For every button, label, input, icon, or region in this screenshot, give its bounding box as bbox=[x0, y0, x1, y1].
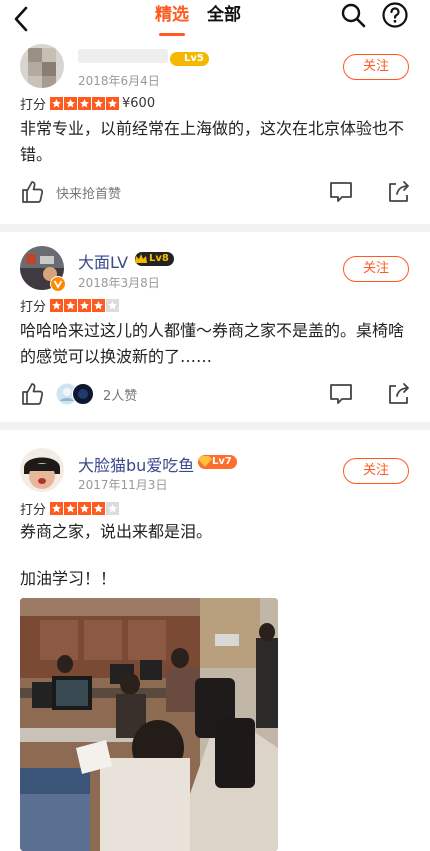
comment-icon[interactable] bbox=[328, 381, 354, 407]
review-text: 非常专业，以前经常在上海做的，这次在北京体验也不错。 bbox=[20, 119, 405, 164]
star-empty-icon bbox=[106, 501, 120, 515]
star-filled-icon bbox=[92, 501, 106, 515]
review-date: 2017年11月3日 bbox=[78, 478, 168, 492]
thumbs-up-icon[interactable] bbox=[20, 179, 46, 205]
review-actions: 快来抢首赞 bbox=[20, 179, 410, 205]
review-actions: 2人赞 bbox=[20, 381, 410, 407]
level-label: Lv8 bbox=[149, 253, 169, 264]
star-rating bbox=[50, 298, 120, 312]
star-rating bbox=[50, 96, 120, 110]
review-text: 券商之家，说出来都是泪。 bbox=[20, 522, 213, 541]
reviewer-name[interactable]: 大脸猫bu爱吃鱼 bbox=[78, 452, 194, 476]
review-text: 加油学习！！ bbox=[20, 569, 117, 588]
verified-badge-icon bbox=[50, 276, 66, 292]
rating-row: 打分 bbox=[20, 499, 122, 518]
diamond-icon bbox=[198, 456, 212, 467]
star-empty-icon bbox=[106, 298, 120, 312]
star-rating bbox=[50, 501, 120, 515]
search-icon[interactable] bbox=[340, 2, 366, 28]
reviewer-name[interactable] bbox=[78, 49, 168, 63]
like-prompt: 快来抢首赞 bbox=[56, 187, 122, 202]
review-date: 2018年3月8日 bbox=[78, 276, 160, 290]
star-filled-icon bbox=[50, 298, 64, 312]
review-separator bbox=[0, 224, 430, 232]
price-per-person: ¥600 bbox=[122, 95, 156, 111]
rating-label: 打分 bbox=[20, 97, 47, 113]
share-icon[interactable] bbox=[386, 179, 412, 205]
crown-icon bbox=[135, 254, 147, 263]
level-badge: Lv5 bbox=[170, 52, 209, 66]
follow-button[interactable]: 关注 bbox=[343, 54, 409, 80]
follow-button[interactable]: 关注 bbox=[343, 256, 409, 282]
star-filled-icon bbox=[78, 501, 92, 515]
rating-row: 打分 bbox=[20, 296, 122, 315]
share-icon[interactable] bbox=[386, 381, 412, 407]
star-filled-icon bbox=[64, 96, 78, 110]
review-photo[interactable] bbox=[20, 598, 278, 851]
star-filled-icon bbox=[50, 96, 64, 110]
reviewer-name[interactable]: 大面LV bbox=[78, 249, 128, 273]
review-separator bbox=[0, 422, 430, 430]
top-nav-bar: 精选 全部 bbox=[0, 0, 430, 44]
avatar[interactable] bbox=[20, 44, 64, 88]
comment-icon[interactable] bbox=[328, 179, 354, 205]
rating-label: 打分 bbox=[20, 502, 47, 518]
star-filled-icon bbox=[50, 501, 64, 515]
help-circle-icon[interactable] bbox=[382, 2, 408, 28]
liker-avatar[interactable] bbox=[72, 383, 94, 405]
review-tabs: 精选 全部 bbox=[155, 4, 241, 36]
star-filled-icon bbox=[92, 298, 106, 312]
star-filled-icon bbox=[78, 96, 92, 110]
avatar[interactable] bbox=[20, 448, 64, 492]
review-date: 2018年6月4日 bbox=[78, 74, 160, 88]
thumbs-up-icon[interactable] bbox=[20, 381, 46, 407]
star-filled-icon bbox=[92, 96, 106, 110]
review-card: 大脸猫bu爱吃鱼 Lv7 2017年11月3日 关注 打分 券商之家，说出来都是… bbox=[0, 430, 430, 851]
review-text: 哈哈哈来过这儿的人都懂～券商之家不是盖的。桌椅啥的感觉可以换波新的了…… bbox=[20, 321, 405, 366]
rating-row: 打分 ¥600 bbox=[20, 94, 156, 113]
level-label: Lv5 bbox=[184, 53, 204, 64]
level-label: Lv7 bbox=[212, 456, 232, 467]
rating-label: 打分 bbox=[20, 299, 47, 315]
like-count: 2人赞 bbox=[103, 389, 138, 404]
chevron-left-icon[interactable] bbox=[8, 4, 36, 34]
star-filled-icon bbox=[78, 298, 92, 312]
star-filled-icon bbox=[106, 96, 120, 110]
tab-all[interactable]: 全部 bbox=[207, 4, 241, 34]
star-filled-icon bbox=[64, 501, 78, 515]
star-filled-icon bbox=[64, 298, 78, 312]
tab-selected[interactable]: 精选 bbox=[155, 4, 189, 36]
follow-button[interactable]: 关注 bbox=[343, 458, 409, 484]
review-card: 大面LV Lv8 2018年3月8日 关注 打分 哈哈哈来过这儿的人都懂～券商之… bbox=[0, 232, 430, 422]
